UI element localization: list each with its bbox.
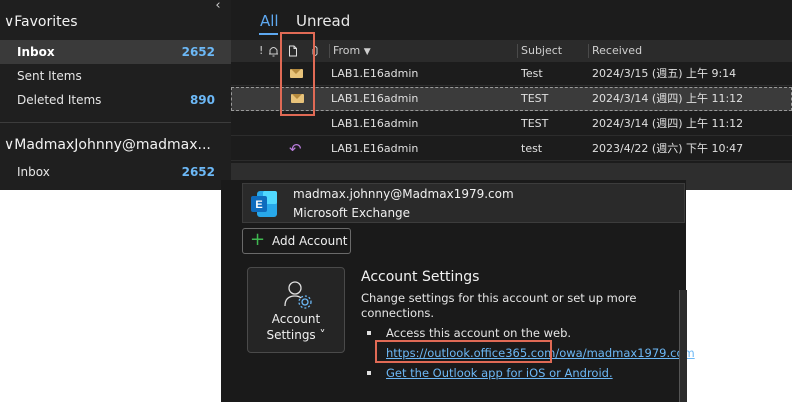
- exchange-logo-icon: E: [251, 191, 277, 217]
- column-header-row: ! From ▼ Subject Received: [231, 40, 792, 62]
- message-subject: test: [521, 142, 543, 155]
- account-settings-line2: Settings ˅: [266, 328, 326, 342]
- message-received: 2023/4/22 (週六) 下午 10:47: [592, 142, 744, 155]
- outlook-app-link[interactable]: Get the Outlook app for iOS or Android.: [386, 366, 613, 380]
- user-settings-icon: [284, 281, 312, 309]
- subject-column-header[interactable]: Subject: [521, 40, 562, 62]
- sidebar-item-label: Inbox: [17, 45, 55, 59]
- sidebar-item-deleted-items[interactable]: Deleted Items 890: [0, 88, 231, 112]
- panel-scrollbar[interactable]: [679, 290, 687, 402]
- sidebar-item-inbox[interactable]: Inbox 2652: [0, 40, 231, 64]
- account-header[interactable]: ∨MadmaxJohnny@madmax...: [4, 137, 211, 153]
- account-settings-title: Account Settings: [361, 269, 480, 285]
- message-received: 2024/3/14 (週四) 上午 11:12: [592, 92, 744, 105]
- sidebar-item-label: Deleted Items: [17, 93, 102, 107]
- tab-all[interactable]: All: [260, 12, 279, 30]
- favorites-label: Favorites: [14, 14, 78, 30]
- sidebar-item-sent-items[interactable]: Sent Items: [0, 64, 231, 88]
- from-column-label: From: [333, 44, 361, 57]
- chevron-down-icon: ∨: [4, 14, 15, 30]
- message-received: 2024/3/14 (週四) 上午 11:12: [592, 117, 744, 130]
- tab-unread[interactable]: Unread: [296, 12, 350, 30]
- message-from: LAB1.E16admin: [331, 67, 419, 80]
- bullet: [367, 331, 371, 335]
- importance-column-header[interactable]: !: [259, 40, 263, 62]
- account-settings-line1: Account: [271, 312, 321, 326]
- sidebar-item-label: Inbox: [17, 165, 50, 179]
- highlight-box: [280, 32, 315, 116]
- message-list: All Unread ! From ▼ Subject Received LAB…: [231, 0, 792, 163]
- sidebar-item-account-inbox[interactable]: Inbox 2652: [0, 160, 231, 184]
- highlight-box: [375, 340, 552, 363]
- account-settings-button[interactable]: Account Settings ˅: [247, 267, 345, 353]
- sort-down-icon: ▼: [363, 47, 371, 57]
- unread-count: 2652: [181, 45, 215, 59]
- unread-count: 2652: [181, 165, 215, 179]
- message-row[interactable]: LAB1.E16admin TEST 2024/3/14 (週四) 上午 11:…: [231, 112, 792, 136]
- message-subject: TEST: [521, 117, 549, 130]
- account-settings-description: Change settings for this account or set …: [361, 291, 637, 320]
- received-column-header[interactable]: Received: [592, 40, 642, 62]
- message-subject: TEST: [521, 92, 549, 105]
- message-row[interactable]: LAB1.E16admin Test 2024/3/15 (週五) 上午 9:1…: [231, 62, 792, 86]
- bullet: [367, 371, 371, 375]
- unread-count: 890: [189, 93, 215, 107]
- account-selector[interactable]: E madmax.johnny@Madmax1979.com Microsoft…: [242, 183, 685, 223]
- reply-icon: ↶: [289, 140, 302, 158]
- favorites-header[interactable]: ∨Favorites: [4, 14, 78, 30]
- active-tab-indicator: [259, 33, 278, 35]
- web-access-text: Access this account on the web.: [386, 326, 572, 340]
- sidebar-item-label: Sent Items: [17, 69, 82, 83]
- account-info-panel: E madmax.johnny@Madmax1979.com Microsoft…: [221, 180, 695, 402]
- from-column-header[interactable]: From ▼: [333, 40, 371, 63]
- add-account-label: Add Account: [272, 234, 348, 248]
- account-type: Microsoft Exchange: [293, 206, 411, 220]
- message-from: LAB1.E16admin: [331, 142, 419, 155]
- svg-text:E: E: [255, 199, 262, 211]
- chevron-down-icon: ∨: [4, 137, 15, 153]
- collapse-pane-chevron-icon[interactable]: ‹: [211, 0, 225, 12]
- account-label: MadmaxJohnny@madmax...: [14, 137, 211, 153]
- message-from: LAB1.E16admin: [331, 117, 419, 130]
- message-received: 2024/3/15 (週五) 上午 9:14: [592, 67, 737, 80]
- message-from: LAB1.E16admin: [331, 92, 419, 105]
- add-account-button[interactable]: + Add Account: [242, 228, 351, 254]
- account-email: madmax.johnny@Madmax1979.com: [293, 187, 514, 201]
- message-subject: Test: [521, 67, 543, 80]
- divider: [0, 122, 231, 123]
- message-row-selected[interactable]: LAB1.E16admin TEST 2024/3/14 (週四) 上午 11:…: [231, 87, 792, 111]
- message-row[interactable]: ↶ LAB1.E16admin test 2023/4/22 (週六) 下午 1…: [231, 137, 792, 161]
- folder-pane: ‹ ∨Favorites Inbox 2652 Sent Items Delet…: [0, 0, 231, 190]
- plus-icon: +: [250, 229, 266, 250]
